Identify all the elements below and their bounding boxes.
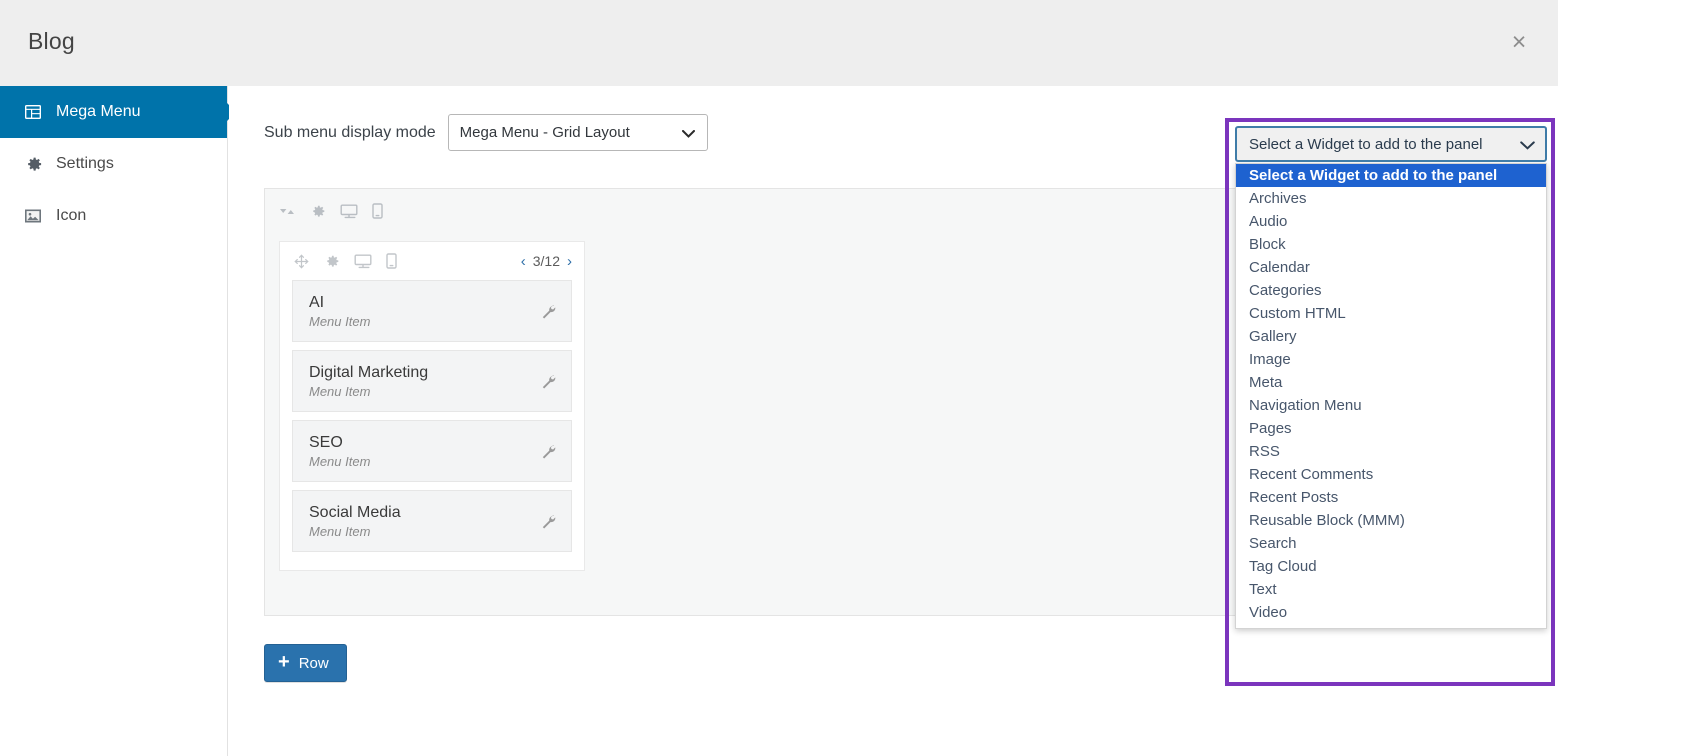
sidebar-item-label: Icon [56,207,87,224]
gear-icon [22,153,44,175]
menu-item-subtitle: Menu Item [309,383,371,399]
pager-value: 3/12 [532,253,560,269]
display-mode-label: Sub menu display mode [264,123,436,141]
menu-item-title: SEO [309,433,343,451]
list-item[interactable]: Social Media Menu Item [292,490,572,552]
widget-option[interactable]: Meta [1236,371,1546,394]
plus-icon: + [278,651,290,673]
sidebar-item-settings[interactable]: Settings [0,138,227,190]
widget-select[interactable]: Select a Widget to add to the panel [1235,126,1547,162]
sidebar-item-mega-menu[interactable]: Mega Menu [0,86,236,138]
list-item[interactable]: AI Menu Item [292,280,572,342]
display-mode-row: Sub menu display mode Mega Menu - Grid L… [264,114,708,151]
menu-item-list: AI Menu Item Digital Marketing Menu Item… [280,280,584,552]
gear-icon[interactable] [309,203,326,220]
widget-select-value: Select a Widget to add to the panel [1249,135,1483,153]
move-icon[interactable] [294,253,309,269]
widget-option[interactable]: Image [1236,348,1546,371]
widget-option[interactable]: Reusable Block (MMM) [1236,509,1546,532]
menu-item-subtitle: Menu Item [309,313,371,329]
widget-option[interactable]: Pages [1236,417,1546,440]
menu-item-subtitle: Menu Item [309,453,371,469]
widget-option[interactable]: Custom HTML [1236,302,1546,325]
widget-option[interactable]: Block [1236,233,1546,256]
sort-icon[interactable] [279,205,295,218]
widget-option[interactable]: Calendar [1236,256,1546,279]
sidebar-item-label: Settings [56,155,114,172]
add-row-label: Row [298,654,329,672]
widget-option[interactable]: Audio [1236,210,1546,233]
widget-option[interactable]: Navigation Menu [1236,394,1546,417]
display-mode-value: Mega Menu - Grid Layout [459,124,630,141]
wrench-icon[interactable] [540,513,557,530]
menu-item-title: Social Media [309,503,401,521]
chevron-down-icon [681,129,695,138]
row-pager: ‹ 3/12 › [521,253,572,270]
widget-option[interactable]: RSS [1236,440,1546,463]
close-icon[interactable]: × [1506,30,1532,56]
widget-option[interactable]: Video [1236,601,1546,624]
widget-option[interactable]: Tag Cloud [1236,555,1546,578]
widget-option[interactable]: Select a Widget to add to the panel [1236,164,1546,187]
grid-layout-icon [22,101,44,123]
modal-header: Blog × [0,0,1558,86]
sidebar-item-label: Mega Menu [56,103,141,120]
chevron-down-icon [1520,141,1535,150]
gear-icon[interactable] [323,253,340,270]
wrench-icon[interactable] [540,303,557,320]
widget-option[interactable]: Categories [1236,279,1546,302]
widget-options-listbox[interactable]: Select a Widget to add to the panel Arch… [1235,163,1547,629]
sidebar-item-icon[interactable]: Icon [0,190,227,242]
pager-next-icon[interactable]: › [567,253,572,270]
display-mode-select[interactable]: Mega Menu - Grid Layout [447,114,708,151]
image-icon [22,205,44,227]
add-row-button[interactable]: + Row [264,644,347,682]
desktop-icon[interactable] [340,204,358,219]
builder-row: ‹ 3/12 › AI Menu Item Digital Marketing … [279,241,585,571]
pager-prev-icon[interactable]: ‹ [521,253,526,270]
row-toolbar: ‹ 3/12 › [280,242,584,280]
widget-option[interactable]: Recent Posts [1236,486,1546,509]
sidebar: Mega Menu Settings Icon [0,86,236,756]
menu-item-texts: Social Media Menu Item [309,503,540,540]
menu-item-texts: Digital Marketing Menu Item [309,363,540,400]
widget-option[interactable]: Gallery [1236,325,1546,348]
menu-item-title: Digital Marketing [309,363,429,381]
menu-item-texts: AI Menu Item [309,293,540,330]
mobile-icon[interactable] [372,203,383,219]
menu-item-texts: SEO Menu Item [309,433,540,470]
menu-item-subtitle: Menu Item [309,523,371,539]
widget-option[interactable]: Archives [1236,187,1546,210]
desktop-icon[interactable] [354,254,372,269]
wrench-icon[interactable] [540,443,557,460]
widget-option[interactable]: Recent Comments [1236,463,1546,486]
list-item[interactable]: SEO Menu Item [292,420,572,482]
mobile-icon[interactable] [386,253,397,269]
widget-option[interactable]: Search [1236,532,1546,555]
page-title: Blog [28,28,75,54]
widget-option[interactable]: Text [1236,578,1546,601]
menu-item-title: AI [309,293,325,311]
admin-modal: Blog × Mega Menu Settings Icon Sub menu … [0,0,1696,756]
list-item[interactable]: Digital Marketing Menu Item [292,350,572,412]
wrench-icon[interactable] [540,373,557,390]
